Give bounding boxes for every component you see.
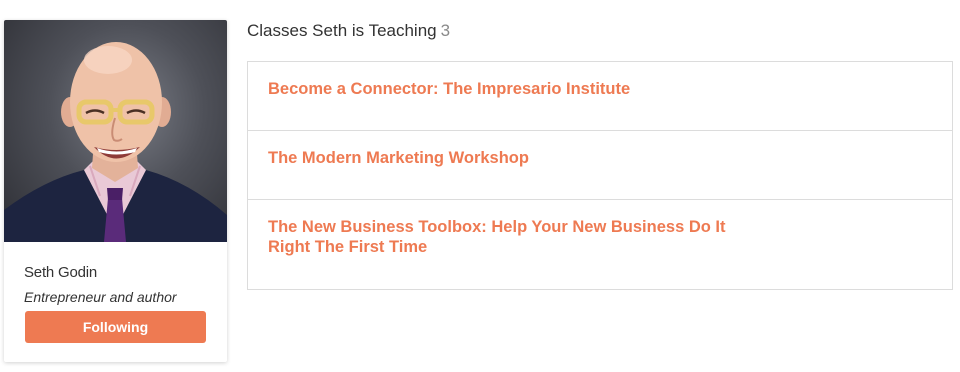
teacher-portrait-image [4,42,227,242]
teacher-page: Seth Godin Entrepreneur and author Follo… [0,0,960,372]
list-item: The Modern Marketing Workshop [248,131,952,200]
class-link-become-a-connector[interactable]: Become a Connector: The Impresario Insti… [268,79,758,99]
teacher-avatar[interactable] [4,20,227,242]
class-link-new-business-toolbox[interactable]: The New Business Toolbox: Help Your New … [268,217,758,257]
classes-count: 3 [440,21,451,40]
following-button[interactable]: Following [25,311,206,343]
teacher-profile-card: Seth Godin Entrepreneur and author Follo… [4,20,227,362]
list-item: Become a Connector: The Impresario Insti… [248,62,952,131]
classes-list: Become a Connector: The Impresario Insti… [247,61,953,290]
list-item: The New Business Toolbox: Help Your New … [248,200,952,289]
classes-title-text: Classes Seth is Teaching [247,21,437,40]
teacher-name[interactable]: Seth Godin [24,264,97,281]
teacher-role: Entrepreneur and author [24,289,177,305]
classes-section-title: Classes Seth is Teaching 3 [247,20,450,42]
class-link-modern-marketing-workshop[interactable]: The Modern Marketing Workshop [268,148,758,168]
